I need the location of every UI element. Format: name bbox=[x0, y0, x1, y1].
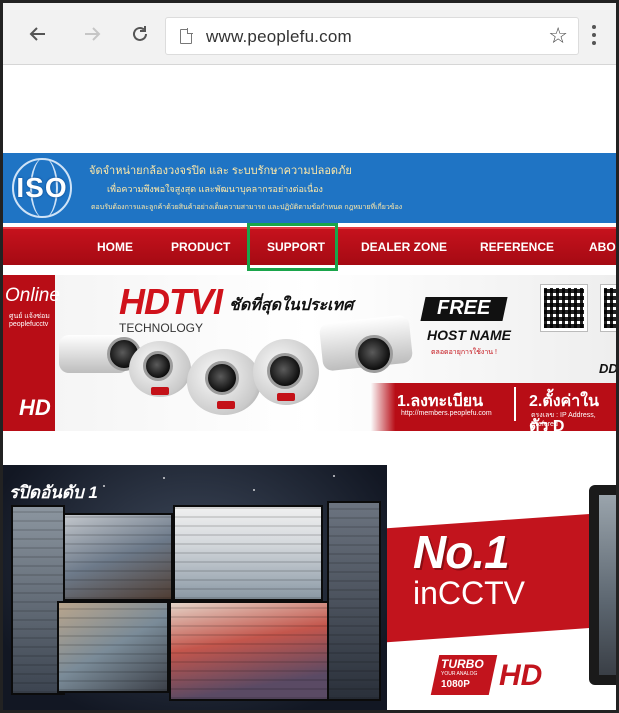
forward-arrow-icon[interactable] bbox=[79, 21, 105, 47]
tablet-screen bbox=[599, 495, 616, 675]
banner-step-bar bbox=[3, 383, 616, 431]
nav-about[interactable]: ABOU bbox=[589, 229, 616, 265]
banner-step2-sub: ตรงเลข : IP Address, Prefered bbox=[531, 412, 596, 428]
banner-step1-url: http://members.peoplefu.com bbox=[401, 410, 492, 417]
no1-title: No.1 bbox=[413, 526, 510, 578]
incctv-title: inCCTV bbox=[413, 575, 526, 611]
banner-technology: TECHNOLOGY bbox=[119, 321, 204, 335]
bookmark-star-icon[interactable]: ☆ bbox=[548, 24, 568, 48]
page-icon bbox=[180, 28, 193, 44]
header-tagline-3: ตอบรับต้องการและลูกค้าด้วยสินค้าอย่างเต็… bbox=[91, 204, 403, 211]
back-arrow-icon[interactable] bbox=[25, 21, 51, 47]
host-name-label: HOST NAME bbox=[427, 327, 511, 343]
browser-toolbar: www.peoplefu.com ☆ bbox=[3, 3, 616, 65]
reload-icon[interactable] bbox=[127, 21, 153, 47]
nav-home[interactable]: HOME bbox=[97, 229, 133, 265]
header-tagline-1: จัดจำหน่ายกล้องวงจรปิด และ ระบบรักษาความ… bbox=[89, 165, 352, 177]
hdtvi-banner[interactable]: Online ศูนย์ แจ้งซ่อม peoplefucctv HD HD… bbox=[3, 275, 616, 431]
turbo-hd-label: HD bbox=[499, 659, 543, 692]
promo-section: รปิดอันดับ 1 No.1 inCCTV TURBO YOUR ANAL… bbox=[3, 465, 616, 710]
cctv-screen bbox=[169, 601, 329, 701]
support-highlight-box bbox=[247, 223, 338, 271]
browser-window: www.peoplefu.com ☆ ISO จัดจำหน่ายกล้องวง… bbox=[0, 0, 619, 713]
free-label: FREE bbox=[437, 297, 491, 319]
iso-logo[interactable]: ISO bbox=[7, 157, 77, 219]
cctv-screen bbox=[327, 501, 381, 701]
turbo-label: TURBO bbox=[441, 657, 484, 671]
banner-online-sub2: peoplefucctv bbox=[9, 321, 49, 328]
cctv-screen bbox=[173, 505, 323, 601]
cctv-screen bbox=[57, 601, 169, 693]
banner-divider bbox=[514, 387, 516, 421]
address-bar[interactable]: www.peoplefu.com ☆ bbox=[165, 17, 579, 55]
qr-code-icon bbox=[600, 284, 616, 332]
cctv-screen bbox=[63, 513, 173, 601]
nav-reference[interactable]: REFERENCE bbox=[480, 229, 554, 265]
header-tagline-2: เพื่อความพึงพอใจสูงสุด และพัฒนาบุคลากรอย… bbox=[107, 184, 323, 194]
qr-code-icon bbox=[540, 284, 588, 332]
nav-dealer-zone[interactable]: DEALER ZONE bbox=[361, 229, 447, 265]
wall-title: รปิดอันดับ 1 bbox=[9, 483, 98, 502]
banner-thai-tagline: ชัดที่สุดในประเทศ bbox=[229, 297, 354, 314]
site-header: ISO จัดจำหน่ายกล้องวงจรปิด และ ระบบรักษา… bbox=[3, 153, 616, 223]
banner-online-text: Online bbox=[5, 285, 60, 306]
browser-menu-icon[interactable] bbox=[591, 25, 597, 45]
url-text[interactable]: www.peoplefu.com bbox=[206, 27, 352, 47]
banner-dd-text: DD bbox=[599, 361, 616, 376]
nav-product[interactable]: PRODUCT bbox=[171, 229, 230, 265]
cctv-video-wall-image: รปิดอันดับ 1 bbox=[3, 465, 387, 710]
page-top-whitespace bbox=[3, 65, 616, 153]
banner-hdtvi-title: HDTVI bbox=[119, 281, 223, 322]
turbo-sub-label: YOUR ANALOG bbox=[441, 671, 478, 677]
turbo-1080-label: 1080P bbox=[441, 679, 470, 690]
forever-label: ตลอดอายุการใช้งาน ! bbox=[431, 349, 497, 356]
